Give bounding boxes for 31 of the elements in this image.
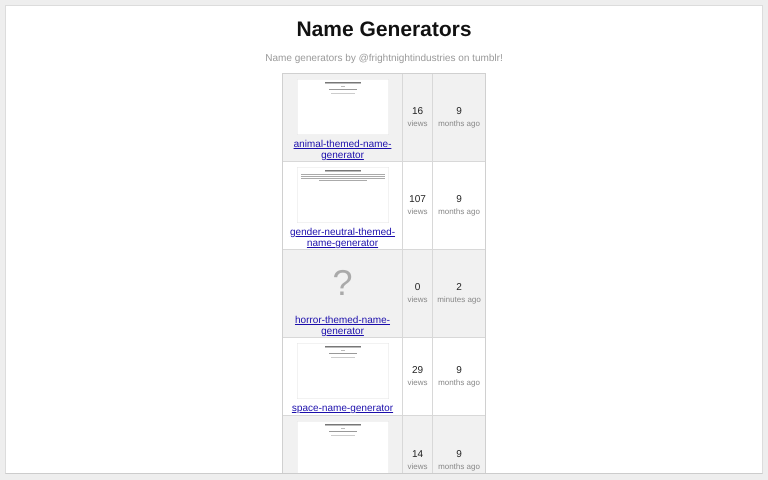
views-count: 16 [412, 106, 424, 118]
page-title: Name Generators [296, 18, 472, 42]
views-count: 29 [412, 365, 424, 377]
age-value: 9 [456, 106, 462, 118]
page-subtitle: Name generators by @frightnightindustries on tumblr! [265, 53, 503, 64]
page-thumbnail[interactable] [296, 79, 388, 135]
views-label: views [407, 460, 428, 472]
age-label: months ago [438, 206, 480, 217]
age-label: months ago [438, 118, 480, 129]
age-value: 9 [456, 365, 462, 377]
views-count: 0 [414, 282, 420, 294]
page-thumbnail[interactable] [296, 167, 388, 223]
views-label: views [407, 377, 428, 388]
views-count: 14 [412, 448, 424, 460]
generator-link[interactable]: space-name-generator [292, 403, 394, 414]
generator-link[interactable]: gender-neutral-themed-name-generator [285, 227, 400, 249]
age-label: minutes ago [437, 294, 481, 305]
views-label: views [407, 294, 428, 305]
page-thumbnail[interactable] [296, 343, 388, 399]
generator-link[interactable]: animal-themed-name-generator [285, 139, 400, 161]
age-label: months ago [438, 460, 480, 472]
views-label: views [407, 118, 428, 129]
age-value: 2 [456, 282, 462, 294]
age-value: 9 [456, 448, 462, 460]
generator-link[interactable]: horror-themed-name-generator [285, 315, 400, 337]
views-label: views [407, 206, 428, 217]
age-value: 9 [456, 194, 462, 206]
views-count: 107 [409, 194, 426, 206]
page-thumbnail[interactable] [296, 421, 388, 473]
question-mark-icon: ? [332, 263, 353, 303]
age-label: months ago [438, 377, 480, 388]
